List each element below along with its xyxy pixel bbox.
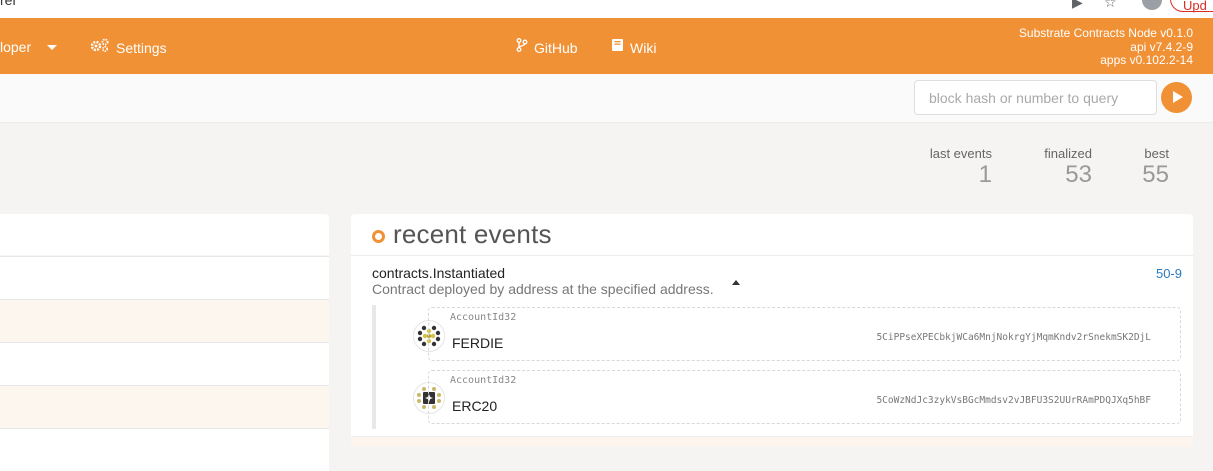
code-branch-icon [516, 38, 528, 57]
best-label: best [1144, 146, 1169, 161]
recent-blocks-column [0, 214, 329, 471]
node-name: Substrate Contracts Node v0.1.0 [1018, 26, 1193, 40]
param-account-name: ERC20 [452, 398, 498, 414]
browser-strip: rer ▶ ☆ Upd [0, 0, 1213, 18]
last-events-value: 1 [978, 161, 992, 188]
param-account-address[interactable]: 5CoWzNdJc3zykVsBGcMmdsv2vJBFU3S2UUrRAmPD… [876, 395, 1151, 406]
finalized-label: finalized [1044, 146, 1092, 161]
nav-developer-label: loper [0, 39, 32, 55]
param-account-address[interactable]: 5CiPPseXPECbkjWCa6MnjNokrgYjMqmKndv2rSne… [876, 332, 1151, 343]
param-box-erc20: AccountId32 ERC20 5CoWzNdJc3zykVsBGcMmds… [428, 370, 1181, 424]
block-row[interactable] [0, 385, 329, 428]
nav-wiki-label: Wiki [630, 39, 657, 56]
api-version: api v7.4.2-9 [1130, 39, 1193, 54]
block-row[interactable] [0, 256, 329, 299]
last-events-label: last events [929, 146, 992, 161]
book-icon [611, 38, 624, 57]
nav-developer-menu[interactable]: loper [0, 38, 58, 56]
node-info: Substrate Contracts Node v0.1.0 api v7.4… [1018, 26, 1193, 68]
param-box-ferdie: AccountId32 FERDIE 5CiPPseXPECbkjWCa6Mnj… [428, 307, 1181, 361]
query-bar [0, 74, 1213, 123]
recent-events-title: recent events [393, 219, 552, 249]
circle-dot-icon [372, 230, 385, 243]
top-nav: loper Settings GitHub Wiki Substrate Con… [0, 18, 1213, 74]
browser-tab-fragment[interactable]: rer [0, 0, 17, 8]
chevron-up-icon[interactable] [732, 280, 740, 285]
nav-settings[interactable]: Settings [90, 38, 167, 57]
apps-version: apps v0.102.2-14 [1100, 53, 1193, 67]
update-button[interactable]: Upd [1170, 0, 1213, 13]
best-value: 55 [1142, 161, 1169, 188]
event-description: Contract deployed by address at the spec… [372, 281, 714, 297]
param-account-name: FERDIE [452, 335, 504, 351]
recent-events-panel: recent events contracts.Instantiated Con… [351, 214, 1193, 446]
param-type-label: AccountId32 [450, 312, 517, 323]
recent-events-header: recent events [351, 214, 1193, 256]
star-icon[interactable]: ☆ [1104, 0, 1117, 11]
block-row[interactable] [0, 299, 329, 342]
event-block-link[interactable]: 50-9 [1156, 266, 1182, 281]
profile-avatar[interactable] [1142, 0, 1162, 10]
nav-settings-label: Settings [116, 39, 167, 56]
finalized-value: 53 [1065, 161, 1092, 188]
recent-blocks-header [0, 214, 329, 255]
summary-best: best 55 [1128, 146, 1169, 188]
param-type-label: AccountId32 [450, 375, 517, 386]
event-name: contracts.Instantiated [372, 265, 506, 281]
block-query-input[interactable] [914, 80, 1157, 115]
query-submit-button[interactable] [1161, 82, 1192, 113]
send-icon[interactable]: ▶ [1072, 0, 1083, 11]
summary-last-events: last events 1 [920, 146, 992, 188]
summary-finalized: finalized 53 [1030, 146, 1092, 188]
gears-icon [90, 38, 110, 57]
nav-github[interactable]: GitHub [516, 38, 578, 57]
nav-github-label: GitHub [534, 39, 578, 56]
next-event-row[interactable] [351, 436, 1193, 447]
params-rail [372, 305, 376, 429]
chevron-down-icon [47, 44, 58, 50]
nav-wiki[interactable]: Wiki [611, 38, 656, 57]
block-row[interactable] [0, 342, 329, 385]
block-row[interactable] [0, 428, 329, 471]
